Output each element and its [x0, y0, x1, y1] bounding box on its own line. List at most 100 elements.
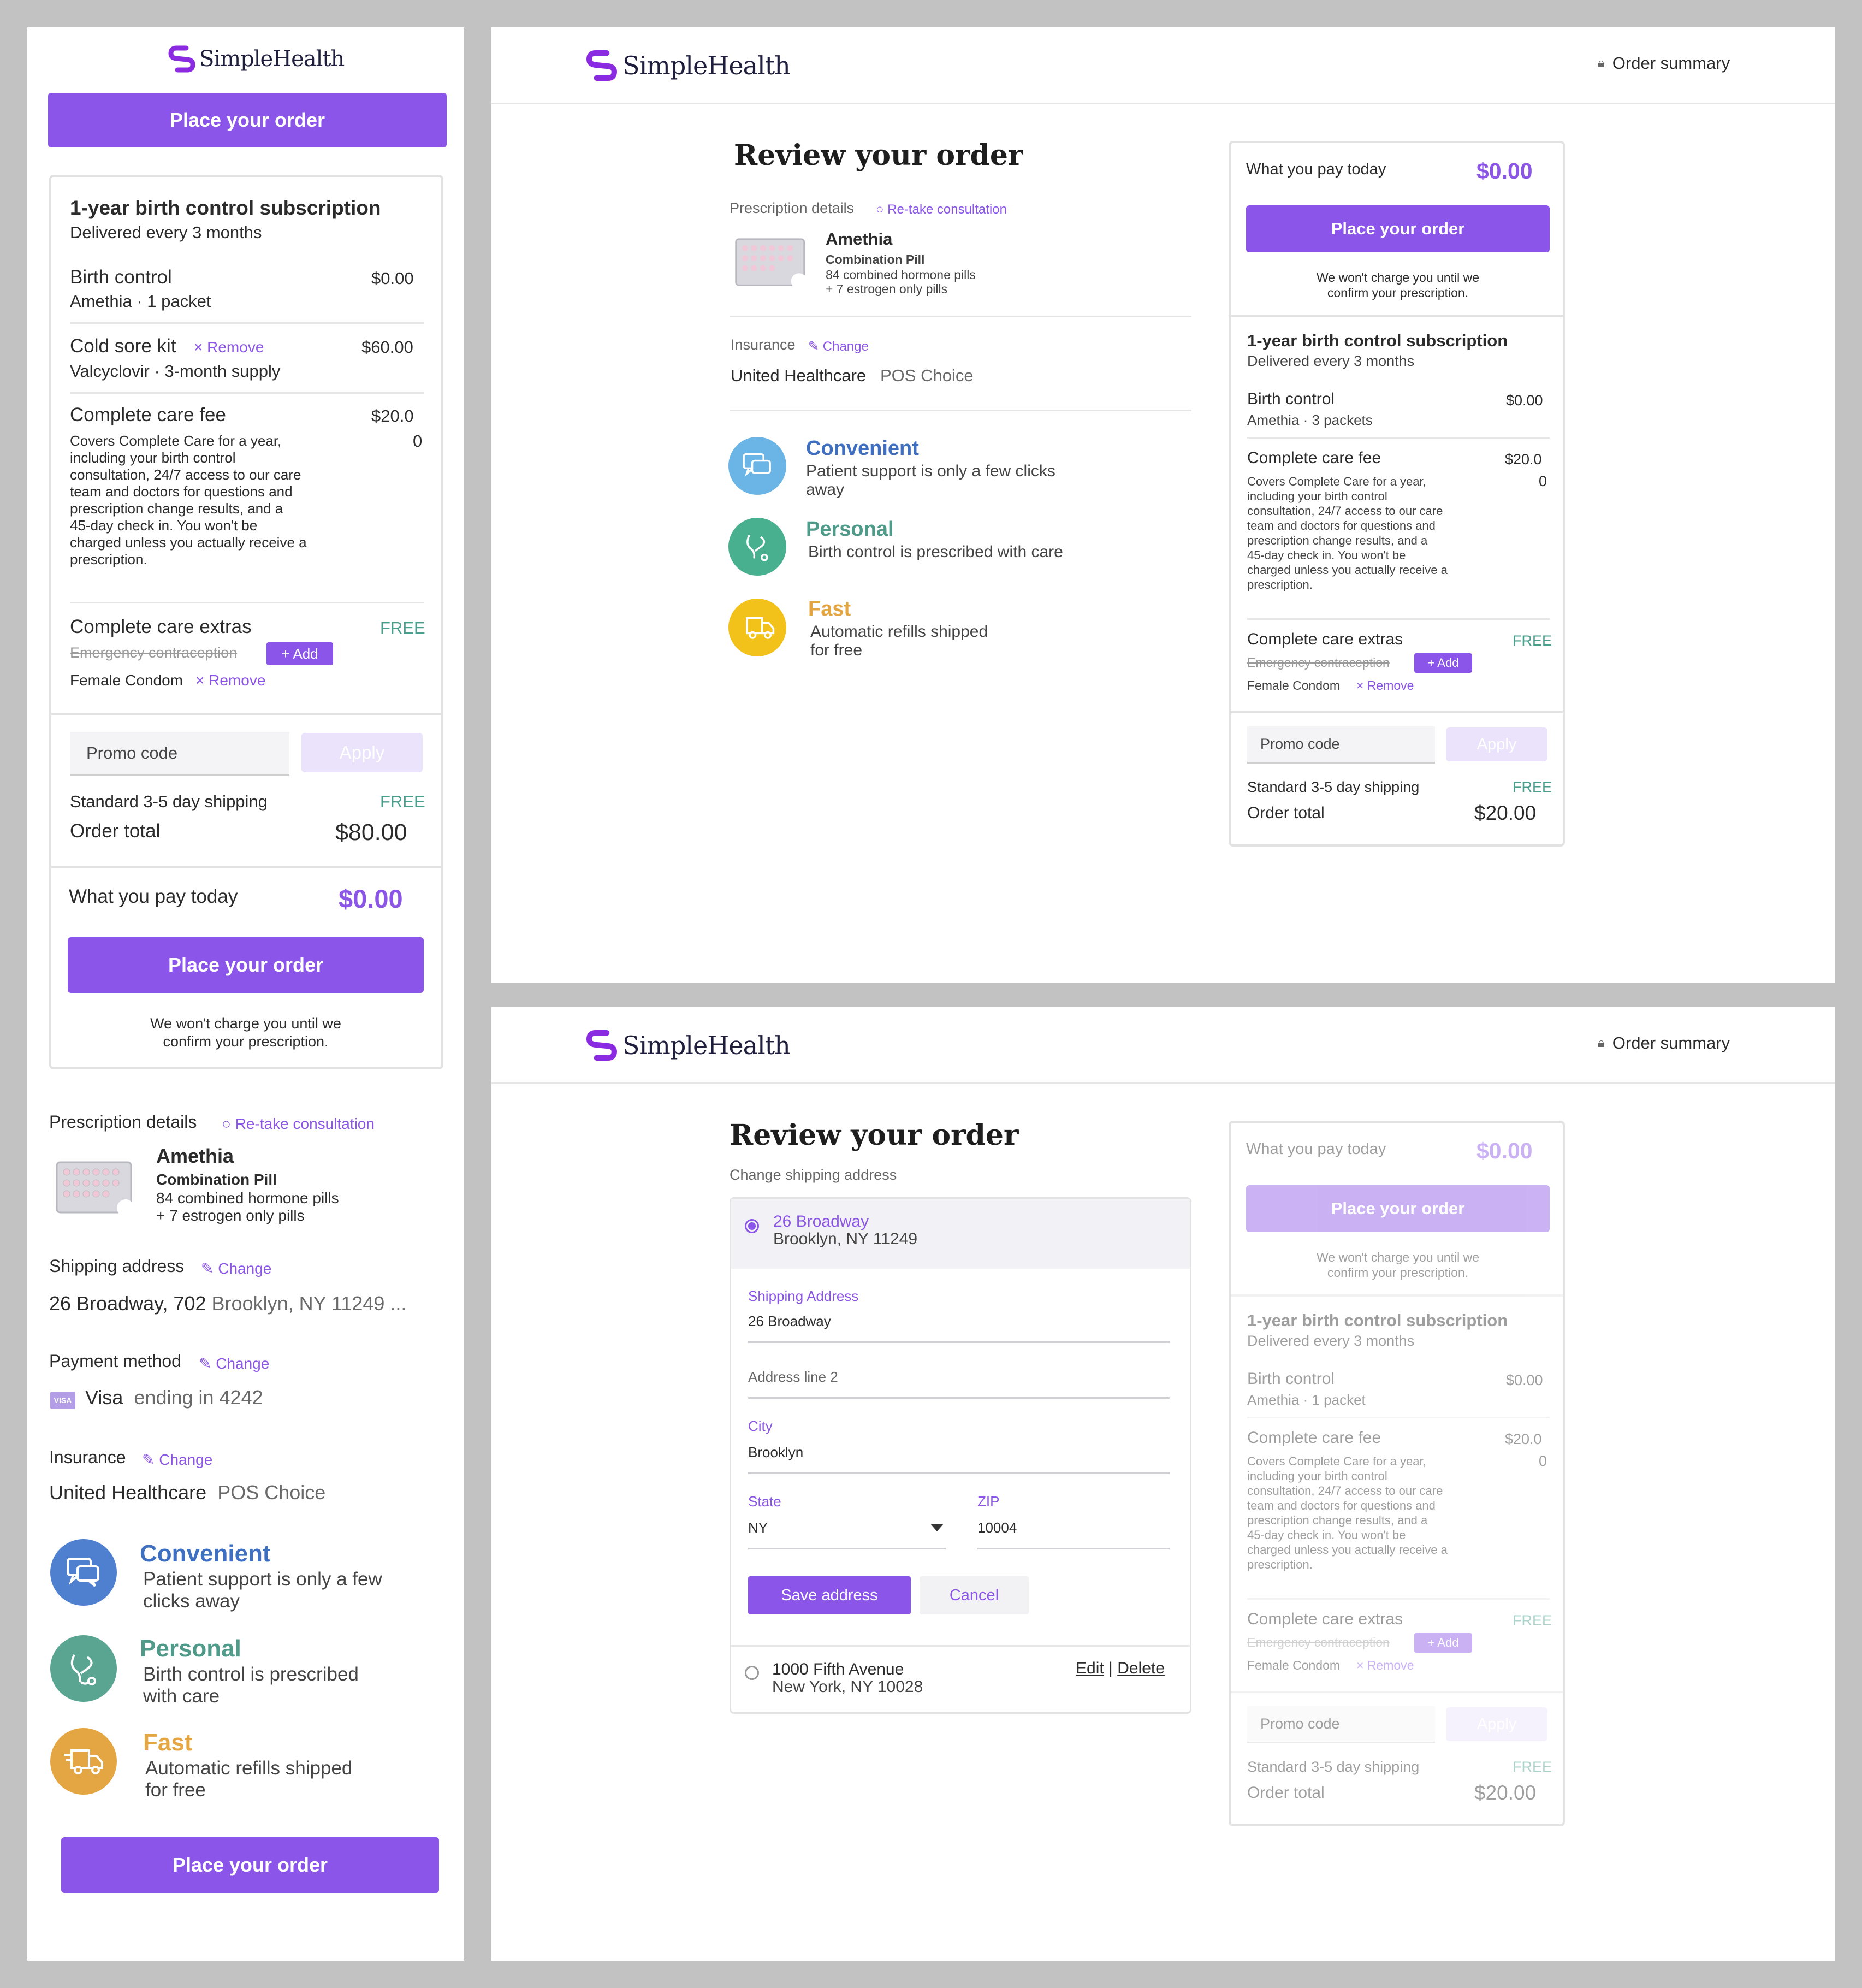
med-line-1: 84 combined hormone pills: [826, 268, 976, 282]
order-total-label: Order total: [1247, 804, 1325, 822]
divider: [1247, 1598, 1550, 1600]
shipping-free: FREE: [380, 792, 425, 811]
convenient-line-2: clicks away: [143, 1590, 240, 1612]
divider: [70, 602, 424, 603]
card-divider: [1231, 315, 1563, 317]
card-divider: [1231, 711, 1563, 713]
change-payment-link[interactable]: ✎ Change: [199, 1354, 269, 1372]
change-insurance-link[interactable]: ✎ Change: [142, 1451, 212, 1469]
add-emergency-button[interactable]: + Add: [1414, 653, 1472, 673]
no-charge-note: We won't charge you until we confirm you…: [68, 1015, 424, 1051]
place-order-button-bottom[interactable]: Place your order: [61, 1837, 439, 1893]
care-fee-price: $20.0: [1505, 1431, 1542, 1447]
page-title: Review your order: [734, 139, 1023, 172]
shipping-address-field-value[interactable]: 26 Broadway: [748, 1313, 831, 1330]
place-order-button[interactable]: Place your order: [1246, 205, 1550, 252]
promo-code-input[interactable]: Promo code: [1247, 726, 1435, 764]
field-underline: [977, 1548, 1170, 1549]
divider: [730, 316, 1191, 317]
extras-free: FREE: [1513, 1612, 1552, 1629]
subscription-title: 1-year birth control subscription: [1247, 331, 1508, 350]
stethoscope-icon: [728, 518, 786, 576]
extras-label: Complete care extras: [70, 616, 252, 637]
birth-control-qty: Amethia · 1 packet: [1247, 1392, 1366, 1408]
edit-link[interactable]: Edit: [1076, 1659, 1104, 1677]
card-divider: [1231, 1294, 1563, 1297]
convenient-line-2: away: [806, 481, 845, 499]
brand-logo[interactable]: SimpleHealth: [167, 44, 345, 74]
remove-condom-link[interactable]: × Remove: [1356, 678, 1414, 693]
divider: [70, 392, 424, 394]
radio-unselected[interactable]: [745, 1666, 759, 1680]
care-fee-description: Covers Complete Care for a year, includi…: [1247, 474, 1498, 592]
care-fee-price-cont: 0: [413, 431, 423, 451]
care-fee-desc-line: charged unless you actually receive a: [70, 534, 307, 551]
order-total-value: $80.00: [335, 819, 407, 845]
cold-sore-label: Cold sore kit: [70, 335, 176, 357]
med-line-1: 84 combined hormone pills: [156, 1190, 339, 1206]
personal-title: Personal: [806, 518, 894, 541]
retake-consultation-link[interactable]: ○ Re-take consultation: [222, 1115, 375, 1133]
care-fee-label: Complete care fee: [1247, 449, 1381, 467]
zip-field-value[interactable]: 10004: [977, 1519, 1017, 1536]
care-fee-desc-line: including your birth control: [1247, 1469, 1387, 1483]
chat-icon: [728, 437, 786, 495]
extras-free: FREE: [1513, 632, 1552, 649]
promo-placeholder: Promo code: [1260, 1715, 1340, 1732]
city-field-value[interactable]: Brooklyn: [748, 1444, 803, 1461]
address-line-2-input[interactable]: Address line 2: [748, 1369, 838, 1386]
retake-consultation-link[interactable]: ○ Re-take consultation: [876, 202, 1007, 217]
apply-button[interactable]: Apply: [301, 733, 423, 772]
shipping-address-field-label: Shipping Address: [748, 1288, 859, 1304]
delete-link[interactable]: Delete: [1117, 1659, 1165, 1677]
care-fee-desc-line: including your birth control: [70, 449, 236, 466]
remove-condom-link[interactable]: × Remove: [195, 672, 265, 689]
chevron-down-icon[interactable]: [930, 1524, 944, 1531]
personal-line-1: Birth control is prescribed: [143, 1664, 359, 1685]
lock-icon: 🔒︎: [1598, 56, 1605, 70]
shipping-label: Standard 3-5 day shipping: [70, 792, 268, 811]
order-total-label: Order total: [1247, 1784, 1325, 1802]
change-insurance-link[interactable]: ✎ Change: [808, 339, 869, 354]
change-shipping-link[interactable]: ✎ Change: [201, 1259, 271, 1277]
no-charge-line: We won't charge you until we: [150, 1015, 341, 1032]
place-order-button-card[interactable]: Place your order: [68, 937, 424, 993]
brand-logo[interactable]: SimpleHealth: [584, 48, 791, 83]
state-select-value[interactable]: NY: [748, 1519, 768, 1536]
apply-button[interactable]: Apply: [1446, 727, 1547, 761]
fast-title: Fast: [143, 1729, 193, 1756]
female-condom: Female Condom: [1247, 1658, 1341, 1672]
brand-name: SimpleHealth: [199, 46, 345, 72]
save-address-button[interactable]: Save address: [748, 1576, 911, 1614]
address-bold: 26 Broadway, 702: [49, 1292, 206, 1315]
promo-code-input[interactable]: Promo code: [70, 732, 289, 776]
care-fee-price-cont: 0: [1539, 1453, 1547, 1469]
header-divider: [491, 103, 1835, 104]
extras-label: Complete care extras: [1247, 1610, 1403, 1628]
place-order-button-top[interactable]: Place your order: [48, 93, 447, 147]
brand-logo[interactable]: SimpleHealth: [584, 1028, 791, 1063]
personal-line-2: with care: [143, 1685, 220, 1707]
care-fee-price: $20.0: [371, 406, 414, 425]
address-1-line-2: Brooklyn, NY 11249: [773, 1230, 918, 1248]
pay-today-label: What you pay today: [69, 886, 238, 907]
field-underline: [748, 1472, 1170, 1474]
order-summary-link[interactable]: 🔒︎ Order summary: [1598, 54, 1730, 73]
no-charge-line: We won't charge you until we: [1316, 1250, 1479, 1264]
med-line-2: + 7 estrogen only pills: [156, 1207, 305, 1224]
cold-sore-remove-link[interactable]: × Remove: [194, 339, 264, 356]
order-summary-link[interactable]: 🔒︎ Order summary: [1598, 1033, 1730, 1053]
add-emergency-button[interactable]: + Add: [266, 642, 333, 665]
apply-button: Apply: [1446, 1707, 1547, 1741]
lock-icon: 🔒︎: [1598, 1036, 1605, 1050]
radio-selected[interactable]: [745, 1219, 759, 1233]
prescription-details-label: Prescription details: [730, 200, 855, 216]
cancel-button[interactable]: Cancel: [920, 1576, 1029, 1614]
insurance-label: Insurance: [49, 1447, 126, 1467]
add-emergency-button: + Add: [1414, 1633, 1472, 1653]
city-field-label: City: [748, 1418, 773, 1434]
med-name: Amethia: [156, 1145, 234, 1167]
insurance-value: United Healthcare POS Choice: [49, 1481, 325, 1504]
subscription-sub: Delivered every 3 months: [1247, 1333, 1415, 1349]
field-underline: [748, 1548, 946, 1549]
